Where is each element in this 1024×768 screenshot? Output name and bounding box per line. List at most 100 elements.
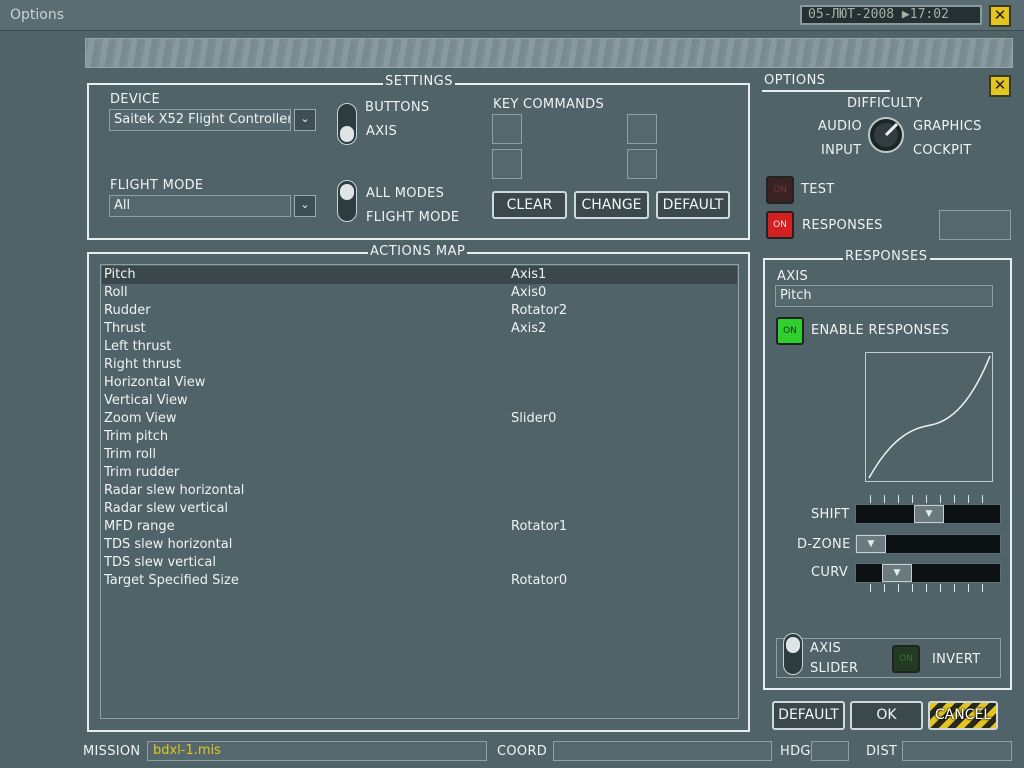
flight-mode-select[interactable]: All xyxy=(109,195,291,217)
action-row-name[interactable]: Vertical View xyxy=(104,393,188,408)
action-row-name[interactable]: Horizontal View xyxy=(104,375,205,390)
dist-label: DIST xyxy=(866,744,898,759)
toggle-knob xyxy=(340,126,354,142)
device-label: DEVICE xyxy=(110,92,161,107)
action-row-binding[interactable]: Axis0 xyxy=(511,285,546,300)
responses-title: RESPONSES xyxy=(843,249,930,264)
slider-option-label: SLIDER xyxy=(810,661,859,676)
chevron-down-icon: ⌄ xyxy=(300,198,310,211)
input-label: INPUT xyxy=(821,143,862,158)
responses-led[interactable]: ON xyxy=(766,211,794,239)
ok-button[interactable]: OK xyxy=(850,701,923,730)
selected-row-highlight xyxy=(102,266,737,284)
responses-axis-field[interactable]: Pitch xyxy=(775,285,993,307)
buttons-axis-toggle[interactable] xyxy=(337,103,357,145)
action-row-name[interactable]: Right thrust xyxy=(104,357,181,372)
toggle-knob xyxy=(340,184,354,200)
audio-label: AUDIO xyxy=(818,119,862,134)
shift-ticks xyxy=(870,495,992,503)
dist-field[interactable] xyxy=(902,741,1012,761)
enable-responses-label: ENABLE RESPONSES xyxy=(811,323,950,338)
default-key-button[interactable]: DEFAULT xyxy=(656,191,730,219)
curv-ticks xyxy=(870,584,992,592)
dzone-label: D-ZONE xyxy=(797,537,851,552)
default-button[interactable]: DEFAULT xyxy=(772,701,845,730)
action-row-name[interactable]: Thrust xyxy=(104,321,146,336)
action-row-name[interactable]: Trim rudder xyxy=(104,465,179,480)
window-close-button[interactable]: ✕ xyxy=(989,5,1011,27)
flight-mode-dropdown-button[interactable]: ⌄ xyxy=(294,195,316,217)
action-row-name[interactable]: TDS slew vertical xyxy=(104,555,216,570)
enable-responses-led[interactable]: ON xyxy=(776,317,804,345)
mission-field[interactable]: bdxl-1.mis xyxy=(147,741,487,761)
options-knob[interactable] xyxy=(866,115,906,155)
action-row-name[interactable]: Trim roll xyxy=(104,447,156,462)
modes-toggle[interactable] xyxy=(337,180,357,222)
invert-label: INVERT xyxy=(932,652,981,667)
action-row-binding[interactable]: Axis1 xyxy=(511,267,546,282)
shift-slider[interactable]: ▼ xyxy=(855,504,1001,524)
graphics-label: GRAPHICS xyxy=(913,119,982,134)
mission-label: MISSION xyxy=(83,744,141,759)
action-row-name[interactable]: MFD range xyxy=(104,519,175,534)
action-row-name[interactable]: Radar slew horizontal xyxy=(104,483,244,498)
action-row-name[interactable]: Roll xyxy=(104,285,128,300)
action-row-name[interactable]: Radar slew vertical xyxy=(104,501,228,516)
buttons-label: BUTTONS xyxy=(365,100,430,115)
test-led[interactable]: ON xyxy=(766,176,794,204)
coord-field[interactable] xyxy=(553,741,772,761)
curv-label: CURV xyxy=(811,565,849,580)
slider-thumb[interactable]: ▼ xyxy=(914,505,944,523)
coord-label: COORD xyxy=(497,744,548,759)
action-row-name[interactable]: TDS slew horizontal xyxy=(104,537,232,552)
action-row-name[interactable]: Target Specified Size xyxy=(104,573,239,588)
invert-led[interactable]: ON xyxy=(892,645,920,673)
action-row-binding[interactable]: Rotator1 xyxy=(511,519,567,534)
axis-option-label: AXIS xyxy=(810,641,842,656)
curv-slider[interactable]: ▼ xyxy=(855,563,1001,583)
toggle-knob xyxy=(786,637,800,653)
axis-slider-toggle[interactable] xyxy=(783,633,803,675)
change-button[interactable]: CHANGE xyxy=(574,191,649,219)
hdg-field[interactable] xyxy=(811,741,849,761)
responses-value-field[interactable] xyxy=(939,210,1011,240)
options-close-button[interactable]: ✕ xyxy=(989,75,1011,97)
action-row-name[interactable]: Pitch xyxy=(104,267,136,282)
action-row-binding[interactable]: Slider0 xyxy=(511,411,556,426)
dzone-slider[interactable]: ▼ xyxy=(855,534,1001,554)
key-commands-label: KEY COMMANDS xyxy=(493,97,605,112)
action-row-name[interactable]: Rudder xyxy=(104,303,151,318)
response-curve-graph xyxy=(865,352,993,482)
slider-thumb[interactable]: ▼ xyxy=(882,564,912,582)
key-command-slot[interactable] xyxy=(492,114,522,144)
options-title: OPTIONS xyxy=(762,73,828,88)
device-select[interactable]: Saitek X52 Flight Controller xyxy=(109,109,291,131)
action-row-name[interactable]: Zoom View xyxy=(104,411,176,426)
action-row-binding[interactable]: Rotator0 xyxy=(511,573,567,588)
flight-mode-toggle-label: FLIGHT MODE xyxy=(366,210,460,225)
action-row-name[interactable]: Trim pitch xyxy=(104,429,168,444)
device-dropdown-button[interactable]: ⌄ xyxy=(294,109,316,131)
cancel-button[interactable]: CANCEL xyxy=(928,701,998,730)
chevron-down-icon: ⌄ xyxy=(300,112,310,125)
difficulty-label: DIFFICULTY xyxy=(847,96,923,111)
key-command-slot[interactable] xyxy=(627,149,657,179)
action-row-name[interactable]: Left thrust xyxy=(104,339,171,354)
key-command-slot[interactable] xyxy=(627,114,657,144)
action-row-binding[interactable]: Axis2 xyxy=(511,321,546,336)
test-label: TEST xyxy=(801,182,835,197)
slider-thumb[interactable]: ▼ xyxy=(856,535,886,553)
cockpit-label: COCKPIT xyxy=(913,143,972,158)
settings-title: SETTINGS xyxy=(383,74,456,89)
action-row-binding[interactable]: Rotator2 xyxy=(511,303,567,318)
key-command-slot[interactable] xyxy=(492,149,522,179)
options-divider xyxy=(762,90,890,92)
actions-map-title: ACTIONS MAP xyxy=(368,244,468,259)
responses-label: RESPONSES xyxy=(802,218,883,233)
clear-button[interactable]: CLEAR xyxy=(492,191,567,219)
axis-label: AXIS xyxy=(366,124,398,139)
map-strip xyxy=(85,38,1013,68)
shift-label: SHIFT xyxy=(811,507,850,522)
date-time-display: 05-ЛЮТ-2008 ▶17:02 xyxy=(800,5,982,25)
flight-mode-label: FLIGHT MODE xyxy=(110,178,204,193)
